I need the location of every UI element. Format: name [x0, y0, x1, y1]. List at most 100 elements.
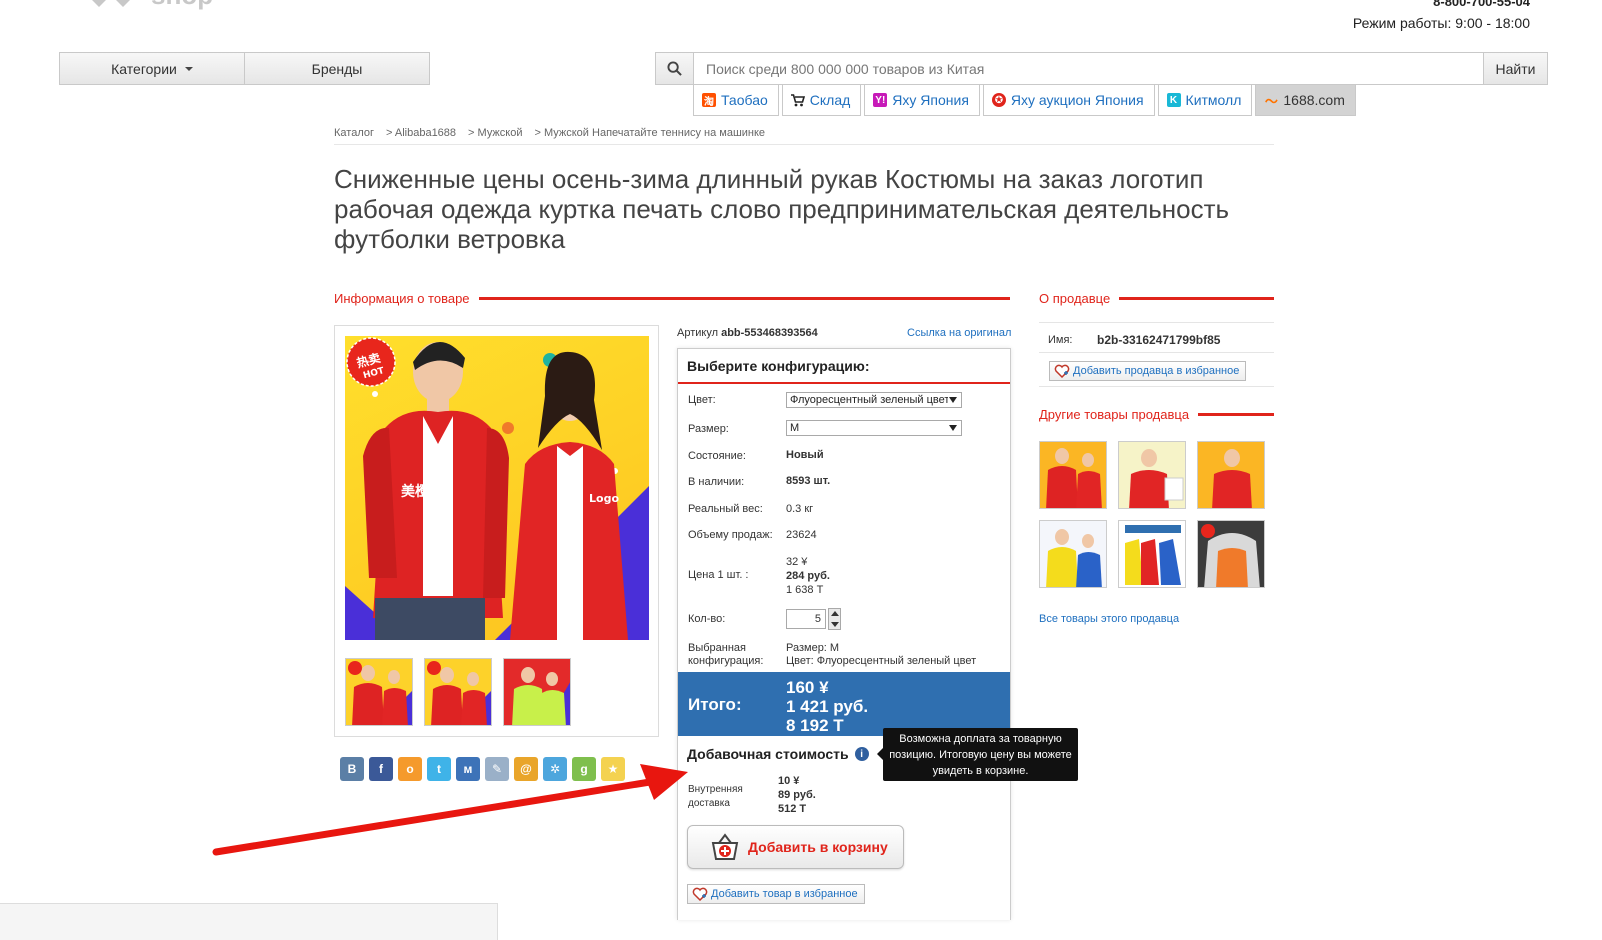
basket-icon — [711, 833, 739, 860]
qty-label: Кол-во: — [688, 613, 726, 625]
seller-product-thumb[interactable] — [1197, 441, 1265, 509]
working-hours: Режим работы: 9:00 - 18:00 — [1352, 15, 1530, 31]
chevron-down-icon — [949, 397, 957, 403]
annotation-arrow-icon — [212, 764, 688, 856]
config-panel: Выберите конфигурацию: Цвет: Флуоресцент… — [677, 348, 1011, 920]
search-submit-button[interactable]: Найти — [1483, 53, 1547, 84]
heart-icon — [692, 887, 708, 901]
product-thumb-image — [1040, 521, 1106, 587]
alibaba-icon: 〜 — [1264, 93, 1278, 109]
color-select[interactable]: Флуоресцентный зеленый цвет — [786, 392, 962, 408]
thumbnail[interactable] — [503, 658, 571, 726]
product-gallery: 美橙 Logo 热卖 HOT — [334, 325, 659, 737]
total-block: Итого: 160 ¥ 1 421 руб. 8 192 Т — [678, 672, 1010, 736]
seller-product-thumb[interactable] — [1118, 520, 1186, 588]
search-icon — [667, 61, 682, 76]
quantity-input[interactable]: 5 — [786, 609, 826, 629]
thumbnail-image — [425, 659, 491, 725]
stock-value: 8593 шт. — [786, 475, 831, 487]
extra-cost-tooltip: Возможна доплата за товарную позицию. Ит… — [877, 728, 1078, 781]
logo-word: shop — [151, 0, 213, 11]
category-nav: Категории Бренды — [59, 52, 430, 85]
all-seller-products-link[interactable]: Все товары этого продавца — [1039, 613, 1179, 625]
product-info-header: Информация о товаре — [334, 291, 1010, 306]
bottom-overlay-bar — [0, 903, 498, 940]
stock-label: В наличии: — [688, 476, 745, 488]
delivery-label: Внутренняя доставка — [688, 784, 743, 809]
thumbnail-image — [346, 659, 412, 725]
thumbnail[interactable] — [345, 658, 413, 726]
tab-yahoo-auction[interactable]: ✪ Яху аукцион Япония — [982, 85, 1155, 116]
product-photo: 美橙 Logo 热卖 HOT — [345, 337, 649, 640]
stepper-down-icon[interactable] — [831, 622, 839, 627]
unit-price: 32 ¥ 284 руб. 1 638 Т — [786, 556, 830, 596]
product-thumb-image — [1198, 442, 1264, 508]
tab-warehouse[interactable]: Склад — [781, 85, 862, 116]
total-cny: 160 ¥ — [786, 678, 829, 697]
divider — [1039, 322, 1274, 323]
brands-button[interactable]: Бренды — [244, 53, 429, 84]
seller-products-grid — [1039, 441, 1265, 588]
price-label: Цена 1 шт. : — [688, 569, 749, 581]
seller-product-thumb[interactable] — [1039, 520, 1107, 588]
product-thumb-image — [1198, 521, 1264, 587]
seller-product-thumb[interactable] — [1039, 441, 1107, 509]
search-input[interactable] — [694, 53, 1483, 84]
total-rub: 1 421 руб. — [786, 697, 869, 716]
add-product-favorite-button[interactable]: Добавить товар в избранное — [687, 884, 865, 904]
other-products-header: Другие товары продавца — [1039, 407, 1274, 422]
cart-icon — [790, 93, 805, 107]
size-select[interactable]: M — [786, 420, 962, 436]
total-label: Итого: — [688, 695, 742, 714]
chosen-config-label: Выбранная конфигурация: — [688, 642, 764, 667]
source-tabs: 淘 Таобао Склад Y! Яху Япония ✪ Яху аукцион … — [693, 85, 1356, 116]
seller-header: О продавце — [1039, 291, 1274, 306]
heart-icon — [1054, 364, 1070, 378]
seller-name: b2b-33162471799bf85 — [1097, 333, 1221, 347]
yahoo-icon: Y! — [873, 93, 888, 107]
product-main-image[interactable]: 美橙 Logo 热卖 HOT — [345, 336, 649, 640]
sales-value: 23624 — [786, 529, 817, 541]
divider — [1039, 386, 1274, 387]
seller-product-thumb[interactable] — [1118, 441, 1186, 509]
tab-kitmall[interactable]: K Китмолл — [1157, 85, 1253, 116]
stepper-up-icon[interactable] — [831, 611, 839, 616]
breadcrumb-alibaba[interactable]: > Alibaba1688 — [386, 127, 456, 144]
phone-number[interactable]: 8-800-700-55-04 — [1433, 0, 1530, 9]
auction-icon: ✪ — [991, 93, 1006, 107]
extra-cost-heading: Добавочная стоимость i — [687, 746, 869, 762]
breadcrumb-mens[interactable]: > Мужской — [468, 127, 522, 144]
condition-label: Состояние: — [688, 450, 746, 462]
color-label: Цвет: — [688, 394, 716, 406]
seller-product-thumb[interactable] — [1197, 520, 1265, 588]
thumbnail[interactable] — [424, 658, 492, 726]
search-icon-button[interactable] — [656, 53, 694, 84]
delivery-value: 10 ¥ 89 руб. 512 Т — [778, 775, 816, 815]
chosen-config-value: Размер: M Цвет: Флуоресцентный зеленый цв… — [786, 642, 977, 667]
original-link[interactable]: Ссылка на оригинал — [907, 327, 1011, 339]
tab-yahoo-japan[interactable]: Y! Яху Япония — [864, 85, 980, 116]
categories-dropdown[interactable]: Категории — [60, 53, 244, 84]
chevron-down-icon — [949, 425, 957, 431]
quantity-stepper[interactable] — [828, 608, 841, 630]
product-thumb-image — [1119, 521, 1185, 587]
breadcrumb-current: > Мужской Напечатайте теннису на машинке — [534, 127, 766, 139]
condition-value: Новый — [786, 449, 824, 461]
page-title: Сниженные цены осень-зима длинный рукав … — [334, 164, 1230, 254]
config-heading: Выберите конфигурацию: — [678, 349, 1010, 384]
product-thumb-image — [1040, 442, 1106, 508]
weight-value: 0.3 кг — [786, 503, 814, 515]
weight-label: Реальный вес: — [688, 503, 763, 515]
seller-name-label: Имя: — [1048, 334, 1073, 346]
caret-down-icon — [184, 66, 193, 71]
tab-1688[interactable]: 〜 1688.com — [1255, 85, 1356, 116]
site-logo[interactable]: shop — [82, 0, 235, 12]
tab-taobao[interactable]: 淘 Таобао — [693, 85, 779, 116]
breadcrumb-catalog[interactable]: Каталог — [334, 127, 374, 144]
kitmall-icon: K — [1166, 93, 1181, 107]
taobao-icon: 淘 — [702, 93, 716, 108]
add-to-cart-button[interactable]: Добавить в корзину — [687, 825, 904, 869]
info-icon[interactable]: i — [854, 747, 869, 761]
svg-text:Logo: Logo — [589, 492, 619, 505]
add-seller-favorite-button[interactable]: Добавить продавца в избранное — [1049, 361, 1247, 381]
